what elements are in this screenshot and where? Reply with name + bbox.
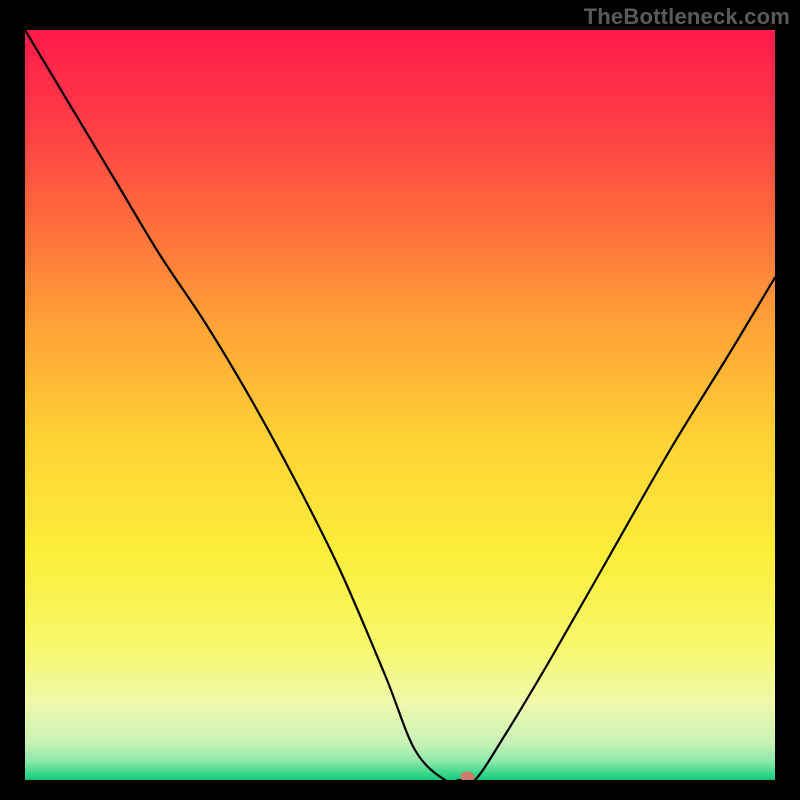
gradient-backdrop [25, 30, 775, 780]
bottleneck-chart [25, 30, 775, 780]
attribution-label: TheBottleneck.com [584, 4, 790, 30]
chart-frame: TheBottleneck.com [0, 0, 800, 800]
